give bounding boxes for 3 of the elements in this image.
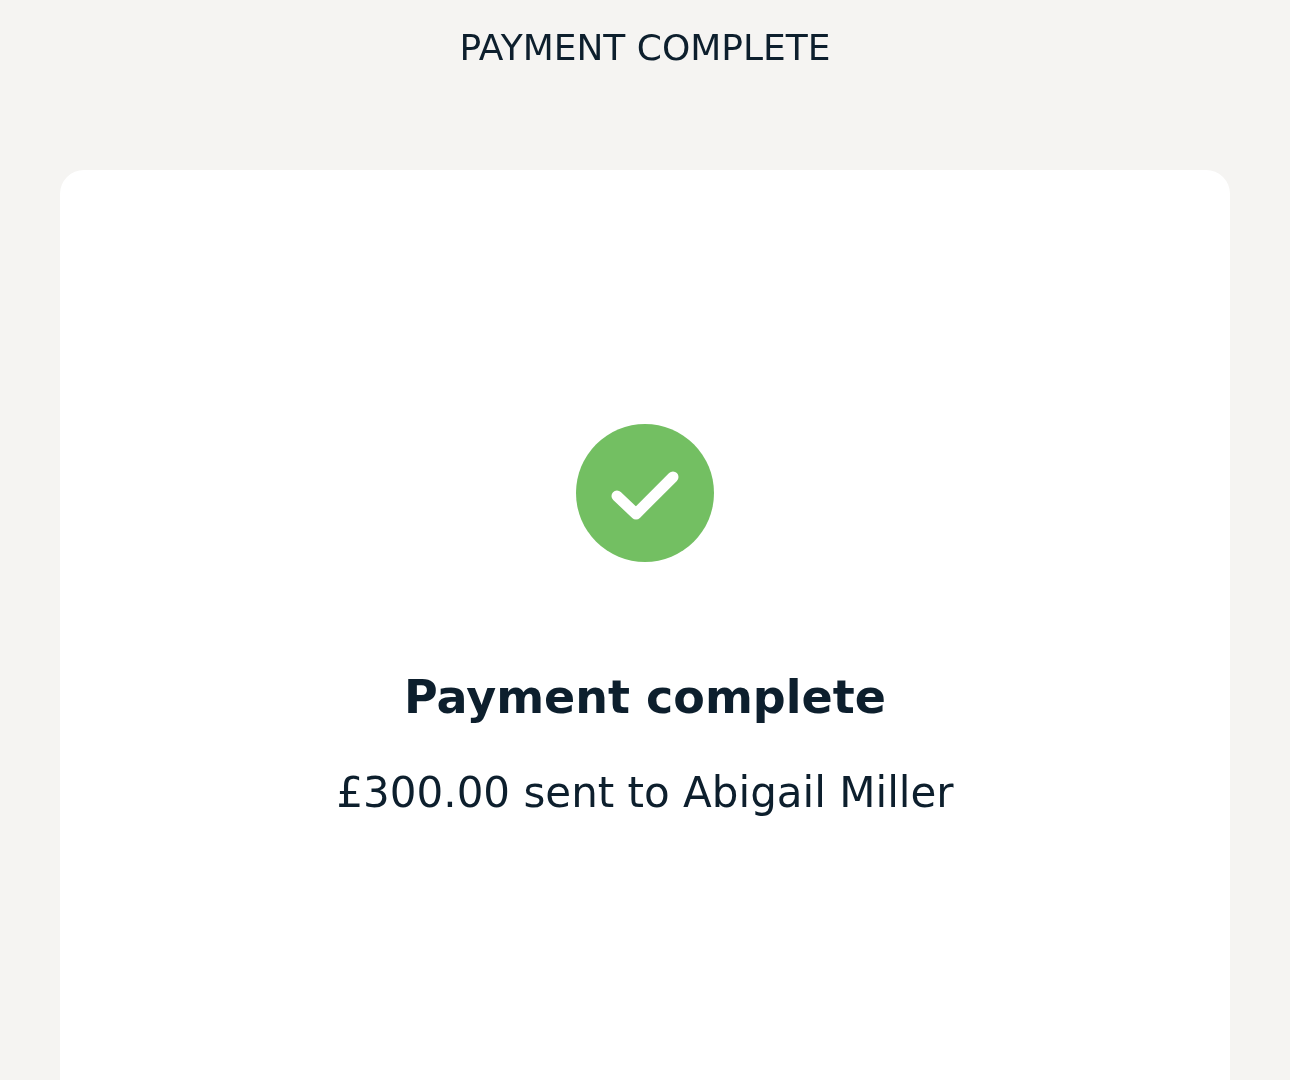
page-title: PAYMENT COMPLETE bbox=[459, 30, 831, 66]
confirmation-message: £300.00 sent to Abigail Miller bbox=[336, 772, 954, 814]
success-check-icon bbox=[576, 424, 714, 562]
